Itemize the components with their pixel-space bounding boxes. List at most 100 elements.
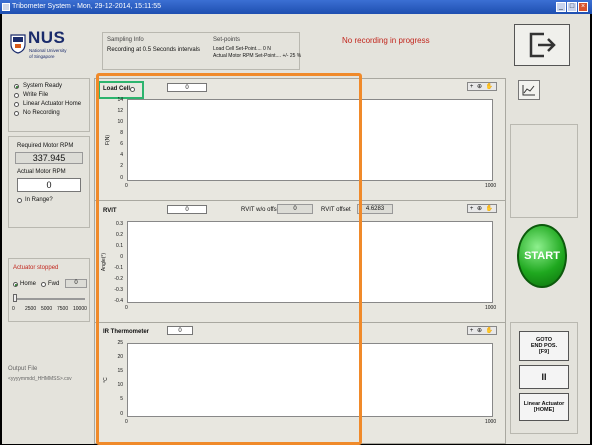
pause-button[interactable]: II <box>519 365 569 389</box>
y-tick: 2 <box>120 163 123 169</box>
output-file-label: Output File <box>8 366 38 372</box>
home-label: Home <box>20 281 37 287</box>
logo-subtitle-2: of Singapore <box>29 54 55 59</box>
home-radio[interactable] <box>13 282 18 287</box>
in-range-label: In Range? <box>25 197 53 203</box>
fwd-label: Fwd <box>48 281 60 287</box>
app-body: NUS National University of Singapore Sam… <box>2 14 590 445</box>
actuator-status: Actuator stopped <box>13 265 59 271</box>
rvit-value: 0 <box>167 205 207 214</box>
load-cell-graph-tools[interactable]: + ⊕ ✋ <box>467 82 497 91</box>
rvit-no-offset-label: RVIT w/o offset <box>241 207 282 213</box>
goto-label-3: [F9] <box>538 349 550 355</box>
slider-tick: 0 <box>12 306 15 312</box>
status-led-2 <box>14 93 19 98</box>
setpoint-load: Load Cell Set-Point.... 0 N <box>213 46 271 52</box>
required-rpm-label: Required Motor RPM <box>17 143 74 149</box>
slider-track <box>15 298 85 300</box>
in-range-led <box>17 198 22 203</box>
slider-tick: 2500 <box>25 306 37 312</box>
status-item: System Ready <box>23 83 63 89</box>
ir-title: IR Thermometer <box>103 329 150 335</box>
status-led-3 <box>14 102 19 107</box>
app-icon <box>2 3 10 11</box>
y-tick: 10 <box>117 119 123 125</box>
rvit-no-offset-value: 0 <box>277 204 313 214</box>
motor-panel: Required Motor RPM 337.945 Actual Motor … <box>8 136 90 228</box>
sampling-heading: Sampling Info <box>107 37 144 43</box>
rvit-offset-value: 4.6283 <box>357 204 393 214</box>
fwd-radio[interactable] <box>41 282 46 287</box>
x-tick-max: 1000 <box>485 305 497 311</box>
slider-tick: 5000 <box>41 306 53 312</box>
start-button[interactable]: START <box>517 224 567 288</box>
status-item: Write File <box>23 92 49 98</box>
fwd-value: 0 <box>65 279 87 288</box>
status-item: No Recording <box>23 110 60 116</box>
recording-status: No recording in progress <box>342 36 430 45</box>
status-item: Linear Actuator Home <box>23 101 82 107</box>
output-file-name: <yyyymmdd_HHMMSS>.csv <box>8 376 72 382</box>
slider-tick: 10000 <box>73 306 87 312</box>
y-tick: 4 <box>120 152 123 158</box>
status-list: System Ready Write File Linear Actuator … <box>8 78 90 132</box>
x-tick-min: 0 <box>125 419 128 425</box>
close-button[interactable]: × <box>578 2 588 12</box>
sampling-text: Recording at 0.5 Seconds intervals <box>107 47 201 53</box>
y-tick: 6 <box>120 141 123 147</box>
rvit-offset-label: RVIT offset <box>321 207 351 213</box>
ir-plot <box>127 343 493 417</box>
ir-value: 0 <box>167 326 193 335</box>
load-cell-plot <box>127 99 493 181</box>
ir-thermometer-panel: IR Thermometer 0 + ⊕ ✋ °C 25 20 15 10 5 … <box>94 322 506 444</box>
slider-handle[interactable] <box>13 294 17 302</box>
load-cell-led <box>130 87 135 92</box>
y-tick: 0 <box>120 254 123 260</box>
logo-text: NUS <box>28 28 66 47</box>
maximize-button[interactable]: □ <box>567 2 577 12</box>
x-tick-min: 0 <box>125 183 128 189</box>
control-panel: GOTO END POS. [F9] II Linear Actuator [H… <box>510 322 578 434</box>
rvit-panel: RVIT 0 RVIT w/o offset 0 RVIT offset 4.6… <box>94 200 506 324</box>
y-tick: -0.2 <box>114 276 123 282</box>
actuator-panel: Actuator stopped Home Fwd 0 0 2500 5000 … <box>8 258 90 322</box>
x-tick-min: 0 <box>125 305 128 311</box>
graph-icon <box>522 85 535 96</box>
load-cell-value: 0 <box>167 83 207 92</box>
exit-button[interactable] <box>514 24 570 66</box>
load-cell-title: Load Cell <box>103 86 131 92</box>
actual-rpm-value: 0 <box>17 178 81 192</box>
graph-button[interactable] <box>518 80 540 100</box>
minimize-button[interactable]: _ <box>556 2 566 12</box>
y-tick: -0.3 <box>114 287 123 293</box>
rvit-plot <box>127 221 493 303</box>
status-led-1 <box>14 84 19 89</box>
x-tick-max: 1000 <box>485 419 497 425</box>
linear-actuator-home-button[interactable]: Linear Actuator [HOME] <box>519 393 569 421</box>
rvit-graph-tools[interactable]: + ⊕ ✋ <box>467 204 497 213</box>
window-title: Tribometer System - Mon, 29-12-2014, 15:… <box>12 3 162 10</box>
y-tick: 20 <box>117 354 123 360</box>
y-tick: 0.3 <box>116 221 123 227</box>
y-tick: 0 <box>120 175 123 181</box>
y-tick: 15 <box>117 368 123 374</box>
title-bar: Tribometer System - Mon, 29-12-2014, 15:… <box>0 0 592 14</box>
y-tick: 12 <box>117 108 123 114</box>
linear-label-2: [HOME] <box>533 407 555 413</box>
crest-icon <box>10 34 26 54</box>
y-tick: 0.2 <box>116 232 123 238</box>
y-tick: 0.1 <box>116 243 123 249</box>
nus-logo: NUS National University of Singapore <box>8 26 86 74</box>
y-tick: 10 <box>117 382 123 388</box>
start-label: START <box>524 250 560 262</box>
goto-end-button[interactable]: GOTO END POS. [F9] <box>519 331 569 361</box>
exit-icon <box>529 32 556 58</box>
rvit-title: RVIT <box>103 208 117 214</box>
load-cell-panel: Load Cell 0 + ⊕ ✋ F(N) 14 12 10 8 6 4 2 … <box>94 78 506 202</box>
required-rpm-value: 337.945 <box>15 152 83 164</box>
setpoint-rpm: Actual Motor RPM Set-Point.... +/- 25 % <box>213 53 302 59</box>
y-tick: -0.4 <box>114 298 123 304</box>
y-tick: 14 <box>117 97 123 103</box>
y-tick: 0 <box>120 411 123 417</box>
ir-graph-tools[interactable]: + ⊕ ✋ <box>467 326 497 335</box>
